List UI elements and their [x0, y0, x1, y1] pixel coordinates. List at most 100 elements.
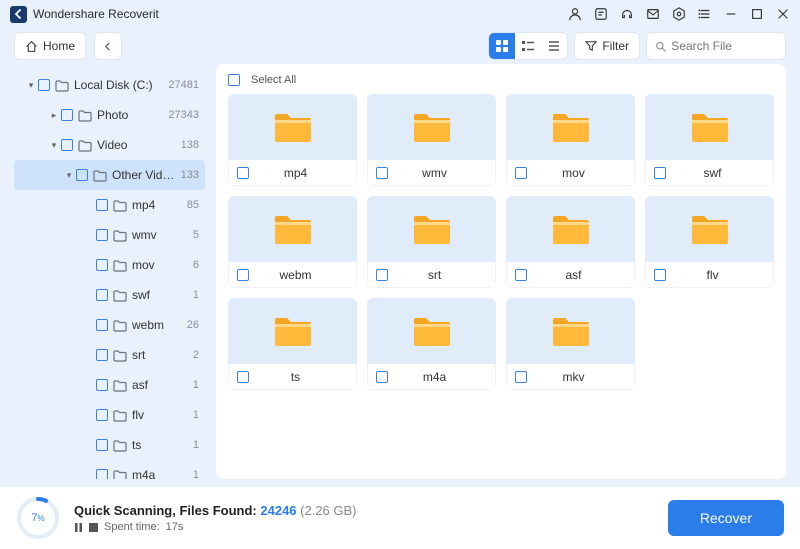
app-title: Wondershare Recoverit	[33, 7, 159, 21]
search-box[interactable]	[646, 32, 786, 60]
settings-icon[interactable]	[672, 7, 686, 21]
tree-item-webm[interactable]: webm26	[14, 310, 205, 340]
tree-count: 85	[187, 199, 199, 211]
tree-checkbox[interactable]	[61, 139, 73, 151]
detail-view-button[interactable]	[515, 33, 541, 59]
tree-item-mp4[interactable]: mp485	[14, 190, 205, 220]
folder-card-wmv[interactable]: wmv	[367, 94, 496, 186]
user-icon[interactable]	[568, 7, 582, 21]
folder-icon	[113, 259, 127, 272]
folder-card-ts[interactable]: ts	[228, 298, 357, 390]
tree-checkbox[interactable]	[96, 439, 108, 451]
folder-card-swf[interactable]: swf	[645, 94, 774, 186]
tree-item-other-videos[interactable]: ▾Other Videos133	[14, 160, 205, 190]
folder-thumbnail	[367, 298, 496, 364]
tree-checkbox[interactable]	[96, 379, 108, 391]
tree-item-video[interactable]: ▾Video138	[14, 130, 205, 160]
stop-icon[interactable]	[89, 523, 98, 532]
back-button[interactable]	[94, 32, 122, 60]
folder-card-srt[interactable]: srt	[367, 196, 496, 288]
filter-button[interactable]: Filter	[574, 32, 640, 60]
tree-item-local-disk-c-[interactable]: ▾Local Disk (C:)27481	[14, 70, 205, 100]
folder-card-footer: webm	[228, 262, 357, 288]
tree-item-srt[interactable]: srt2	[14, 340, 205, 370]
tree-count: 6	[193, 259, 199, 271]
folder-card-m4a[interactable]: m4a	[367, 298, 496, 390]
tree-count: 138	[181, 139, 199, 151]
tree-checkbox[interactable]	[96, 409, 108, 421]
mail-icon[interactable]	[646, 7, 660, 21]
folder-icon	[113, 469, 127, 480]
folder-icon	[78, 139, 92, 152]
folder-card-mp4[interactable]: mp4	[228, 94, 357, 186]
tree-item-ts[interactable]: ts1	[14, 430, 205, 460]
tree-item-asf[interactable]: asf1	[14, 370, 205, 400]
tree-label: mov	[132, 258, 187, 272]
headset-icon[interactable]	[620, 7, 634, 21]
footer: 7% Quick Scanning, Files Found: 24246 (2…	[0, 487, 800, 549]
select-all-row[interactable]: Select All	[228, 74, 774, 86]
tree-checkbox[interactable]	[38, 79, 50, 91]
feedback-icon[interactable]	[594, 7, 608, 21]
folder-card-mov[interactable]: mov	[506, 94, 635, 186]
tree-item-flv[interactable]: flv1	[14, 400, 205, 430]
tree-checkbox[interactable]	[61, 109, 73, 121]
tree-checkbox[interactable]	[96, 199, 108, 211]
tree-checkbox[interactable]	[76, 169, 88, 181]
folder-card-mkv[interactable]: mkv	[506, 298, 635, 390]
tree-checkbox[interactable]	[96, 349, 108, 361]
tree-checkbox[interactable]	[96, 259, 108, 271]
home-button[interactable]: Home	[14, 32, 86, 60]
tree-item-wmv[interactable]: wmv5	[14, 220, 205, 250]
folder-name: asf	[521, 268, 626, 282]
tree-toggle[interactable]: ▾	[64, 170, 74, 181]
folder-card-footer: swf	[645, 160, 774, 186]
tree-label: swf	[132, 288, 187, 302]
folder-thumbnail	[506, 94, 635, 160]
recover-button[interactable]: Recover	[668, 500, 784, 536]
tree-count: 1	[193, 289, 199, 301]
folder-icon	[55, 79, 69, 92]
maximize-icon[interactable]	[750, 7, 764, 21]
search-input[interactable]	[671, 39, 777, 53]
tree-toggle[interactable]: ▸	[49, 110, 59, 121]
tree-count: 1	[193, 409, 199, 421]
tree-item-photo[interactable]: ▸Photo27343	[14, 100, 205, 130]
tree-item-mov[interactable]: mov 6	[14, 250, 205, 280]
tree-checkbox[interactable]	[96, 469, 108, 479]
spent-time-label: Spent time:	[104, 521, 160, 533]
tree-checkbox[interactable]	[96, 319, 108, 331]
folder-name: webm	[243, 268, 348, 282]
folder-card-footer: mp4	[228, 160, 357, 186]
folder-grid: mp4 wmvmov swf webm srt asf flv tsm4amkv	[228, 94, 774, 390]
folder-name: mp4	[243, 166, 348, 180]
menu-icon[interactable]	[698, 7, 712, 21]
tree-item-m4a[interactable]: m4a1	[14, 460, 205, 479]
tree-toggle[interactable]: ▾	[26, 80, 36, 91]
tree-label: webm	[132, 318, 181, 332]
tree-checkbox[interactable]	[96, 229, 108, 241]
view-mode-group	[488, 32, 568, 60]
pause-icon[interactable]	[74, 523, 83, 532]
folder-card-footer: wmv	[367, 160, 496, 186]
folder-icon	[93, 169, 107, 182]
folder-thumbnail	[367, 94, 496, 160]
folder-icon	[113, 199, 127, 212]
minimize-icon[interactable]	[724, 7, 738, 21]
sidebar[interactable]: ▾Local Disk (C:)27481▸Photo27343▾Video13…	[14, 64, 208, 479]
tree-checkbox[interactable]	[96, 289, 108, 301]
tree-toggle[interactable]: ▾	[49, 140, 59, 151]
tree-item-swf[interactable]: swf 1	[14, 280, 205, 310]
folder-card-asf[interactable]: asf	[506, 196, 635, 288]
select-all-checkbox[interactable]	[228, 74, 240, 86]
folder-card-webm[interactable]: webm	[228, 196, 357, 288]
folder-card-flv[interactable]: flv	[645, 196, 774, 288]
list-view-button[interactable]	[541, 33, 567, 59]
tree-count: 27343	[168, 109, 199, 121]
tree-label: wmv	[132, 228, 187, 242]
progress-ring: 7%	[16, 496, 60, 540]
grid-view-button[interactable]	[489, 33, 515, 59]
folder-name: swf	[660, 166, 765, 180]
folder-card-footer: asf	[506, 262, 635, 288]
close-icon[interactable]	[776, 7, 790, 21]
